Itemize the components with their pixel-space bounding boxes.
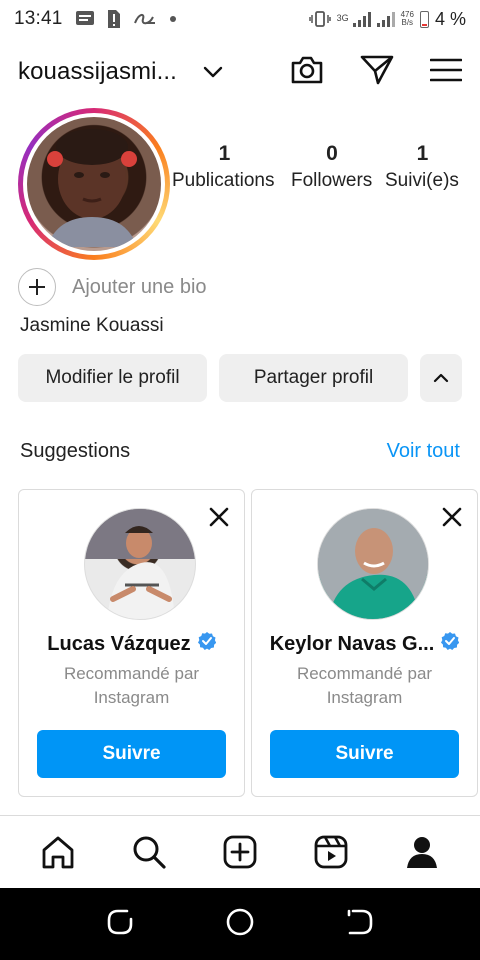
- share-profile-button[interactable]: Partager profil: [219, 354, 408, 402]
- vibrate-icon: [308, 10, 331, 28]
- add-bio-label: Ajouter une bio: [72, 275, 207, 298]
- suggestion-card[interactable]: Keylor Navas G... Recommandé par Instagr…: [251, 489, 478, 797]
- more-notifications-dot: [169, 15, 177, 23]
- search-icon[interactable]: [125, 828, 173, 876]
- stat-label: Followers: [291, 170, 373, 191]
- stat-label: Suivi(e)s: [385, 170, 459, 191]
- recents-icon[interactable]: [105, 907, 135, 942]
- recommended-text: Recommandé par Instagram: [19, 662, 244, 710]
- verified-badge-icon: [197, 632, 216, 656]
- stat-followers[interactable]: 0 Followers: [291, 142, 373, 196]
- stat-publications[interactable]: 1 Publications: [172, 142, 277, 196]
- suggestion-name-text: Lucas Vázquez: [47, 632, 191, 655]
- network-speed-unit: B/s: [401, 18, 414, 27]
- suggestions-header: Suggestions Voir tout: [20, 440, 460, 463]
- add-bio[interactable]: Ajouter une bio: [18, 268, 207, 306]
- close-icon[interactable]: [441, 506, 463, 533]
- menu-icon[interactable]: [429, 57, 463, 88]
- home-icon[interactable]: [34, 828, 82, 876]
- recommended-text: Recommandé par Instagram: [252, 662, 477, 710]
- message-icon: [75, 10, 95, 28]
- suggestion-avatar-illustration: [85, 509, 195, 619]
- system-nav-bar: [0, 888, 480, 960]
- avatar[interactable]: [27, 117, 161, 251]
- follow-button[interactable]: Suivre: [270, 730, 459, 778]
- story-ring[interactable]: [18, 108, 170, 260]
- toggle-suggestions-button[interactable]: [420, 354, 462, 402]
- sim-alert-icon: [107, 9, 121, 29]
- suggestion-name-text: Keylor Navas G...: [269, 632, 435, 655]
- suggestion-avatar[interactable]: [317, 508, 429, 620]
- profile-icon[interactable]: [398, 828, 446, 876]
- suggestion-avatar-illustration: [318, 509, 428, 619]
- verified-badge-icon: [441, 632, 460, 656]
- suggestion-avatar[interactable]: [84, 508, 196, 620]
- avatar-frame: [23, 113, 165, 255]
- profile-stats: 1 Publications 0 Followers 1 Suivi(e)s: [172, 142, 472, 232]
- suggestions-title: Suggestions: [20, 440, 131, 462]
- stat-value: 0: [326, 142, 338, 165]
- battery-percent: 4 %: [434, 8, 466, 29]
- network-speed: 476 B/s: [401, 11, 414, 27]
- status-time: 13:41: [14, 8, 63, 29]
- stat-label: Publications: [172, 170, 275, 191]
- send-icon[interactable]: [360, 54, 394, 91]
- status-bar: 13:41 3G 476 B/s 4 %: [0, 0, 480, 38]
- stat-value: 1: [218, 142, 231, 165]
- reels-icon[interactable]: [307, 828, 355, 876]
- follow-button[interactable]: Suivre: [37, 730, 226, 778]
- recommended-line1: Recommandé par: [296, 664, 433, 683]
- chevron-down-icon[interactable]: [203, 66, 223, 78]
- suggestion-name: Keylor Navas G...: [252, 632, 477, 656]
- full-name: Jasmine Kouassi: [20, 315, 164, 336]
- recommended-line1: Recommandé par: [63, 664, 200, 683]
- recommended-line2: Instagram: [326, 688, 403, 707]
- back-icon[interactable]: [345, 907, 375, 942]
- profile-actions: Modifier le profil Partager profil: [18, 354, 462, 402]
- chevron-up-icon: [433, 373, 449, 383]
- avatar-illustration: [47, 129, 137, 247]
- stat-following[interactable]: 1 Suivi(e)s: [385, 142, 460, 196]
- suggestion-card[interactable]: Lucas Vázquez Recommandé par Instagram S…: [18, 489, 245, 797]
- network-type: 3G: [336, 12, 349, 23]
- app-notification-icon: [133, 11, 157, 27]
- create-icon[interactable]: [216, 828, 264, 876]
- signal-icon: [352, 11, 371, 27]
- edit-profile-button[interactable]: Modifier le profil: [18, 354, 207, 402]
- camera-icon[interactable]: [290, 55, 324, 90]
- home-circle-icon[interactable]: [225, 907, 255, 942]
- profile-header: kouassijasmi...: [0, 48, 480, 96]
- close-icon[interactable]: [208, 506, 230, 533]
- suggestion-name: Lucas Vázquez: [19, 632, 244, 656]
- recommended-line2: Instagram: [93, 688, 170, 707]
- bottom-tab-bar: [0, 816, 480, 888]
- stat-value: 1: [416, 142, 429, 165]
- plus-icon: [18, 268, 56, 306]
- signal-icon-2: [376, 11, 395, 27]
- battery-icon: [419, 10, 429, 28]
- username[interactable]: kouassijasmi...: [18, 58, 177, 86]
- see-all-link[interactable]: Voir tout: [387, 440, 460, 463]
